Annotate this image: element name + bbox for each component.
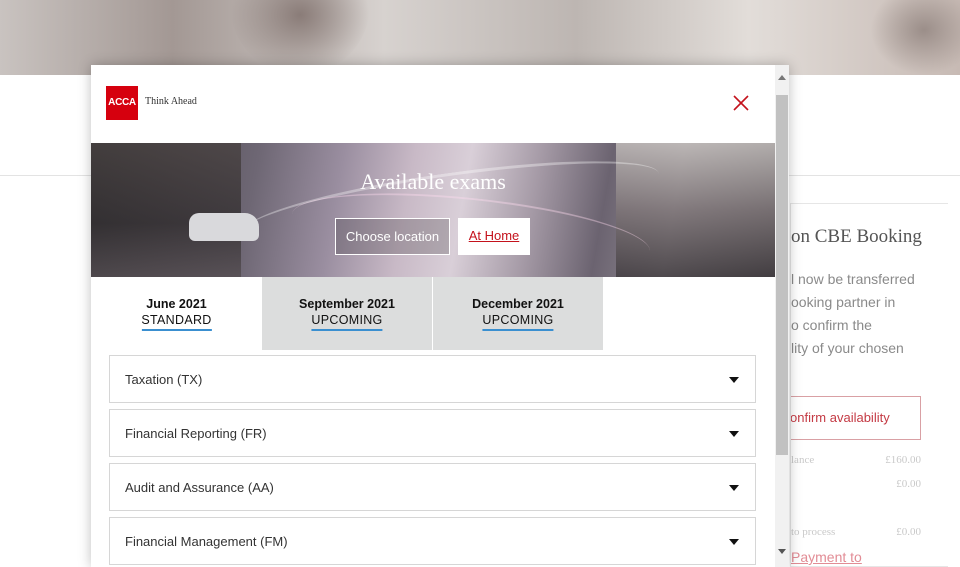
hero-photo-shape — [870, 0, 960, 75]
summary-value: £0.00 — [896, 478, 921, 490]
exam-name: Taxation (TX) — [125, 372, 203, 387]
summary-value: £0.00 — [896, 526, 921, 538]
hero-photo-shape — [230, 0, 370, 75]
summary-row: £0.00 — [791, 478, 948, 502]
modal-header: ACCA Think Ahead — [91, 65, 775, 143]
chevron-down-icon — [729, 431, 739, 437]
scroll-down-icon[interactable] — [778, 549, 786, 554]
summary-label: to process — [791, 526, 836, 538]
scroll-up-icon[interactable] — [778, 75, 786, 80]
booking-card-line: o confirm the — [791, 317, 872, 333]
tab-period: December 2021 — [472, 297, 564, 311]
payment-link[interactable]: Payment to — [791, 549, 862, 565]
choose-location-button[interactable]: Choose location — [335, 218, 450, 255]
exam-item-financial-management[interactable]: Financial Management (FM) — [109, 517, 756, 565]
summary-row: lance £160.00 — [791, 454, 948, 478]
exam-item-financial-reporting[interactable]: Financial Reporting (FR) — [109, 409, 756, 457]
background-hero-image — [0, 0, 960, 75]
exams-banner: Available exams — [91, 143, 775, 277]
at-home-button[interactable]: At Home — [458, 218, 530, 255]
booking-card-text: l now be transferred ooking partner in o… — [791, 268, 948, 360]
tab-status: STANDARD — [141, 313, 212, 331]
confirm-availability-button[interactable]: onfirm availability — [791, 396, 921, 440]
exam-name: Financial Management (FM) — [125, 534, 288, 549]
banner-photo-building — [91, 143, 241, 277]
modal-scrollbar[interactable] — [775, 65, 789, 567]
background-booking-card: on CBE Booking l now be transferred ooki… — [790, 203, 948, 567]
booking-summary: lance £160.00 £0.00 to process £0.00 — [791, 454, 948, 550]
booking-card-line: l now be transferred — [791, 271, 915, 287]
booking-card-title: on CBE Booking — [791, 226, 922, 247]
tab-period: September 2021 — [299, 297, 395, 311]
tab-status: UPCOMING — [482, 313, 554, 331]
tab-status: UPCOMING — [311, 313, 383, 331]
scroll-thumb[interactable] — [776, 95, 788, 455]
summary-value: £160.00 — [885, 454, 921, 466]
tab-september-2021[interactable]: September 2021 UPCOMING — [262, 277, 432, 350]
exam-name: Audit and Assurance (AA) — [125, 480, 274, 495]
available-exams-modal: ACCA Think Ahead Available exams Choose … — [91, 65, 789, 567]
acca-logo: ACCA — [106, 86, 138, 120]
chevron-down-icon — [729, 539, 739, 545]
chevron-down-icon — [729, 377, 739, 383]
summary-row — [791, 502, 948, 526]
summary-label: lance — [791, 454, 815, 466]
booking-card-line: ooking partner in — [791, 294, 896, 310]
exam-name: Financial Reporting (FR) — [125, 426, 267, 441]
tab-period: June 2021 — [146, 297, 207, 311]
close-icon — [733, 95, 749, 111]
exam-list: Taxation (TX) Financial Reporting (FR) A… — [109, 355, 756, 567]
booking-card-line: lity of your chosen — [791, 340, 904, 356]
chevron-down-icon — [729, 485, 739, 491]
tab-june-2021[interactable]: June 2021 STANDARD — [91, 277, 262, 350]
tab-december-2021[interactable]: December 2021 UPCOMING — [433, 277, 603, 350]
summary-row: to process £0.00 — [791, 526, 948, 550]
banner-photo-car — [189, 213, 259, 241]
banner-title: Available exams — [360, 169, 506, 194]
close-button[interactable] — [731, 93, 751, 113]
exam-item-taxation[interactable]: Taxation (TX) — [109, 355, 756, 403]
logo-tagline: Think Ahead — [145, 96, 197, 107]
exam-session-tabs: June 2021 STANDARD September 2021 UPCOMI… — [91, 277, 775, 350]
exam-item-audit-assurance[interactable]: Audit and Assurance (AA) — [109, 463, 756, 511]
